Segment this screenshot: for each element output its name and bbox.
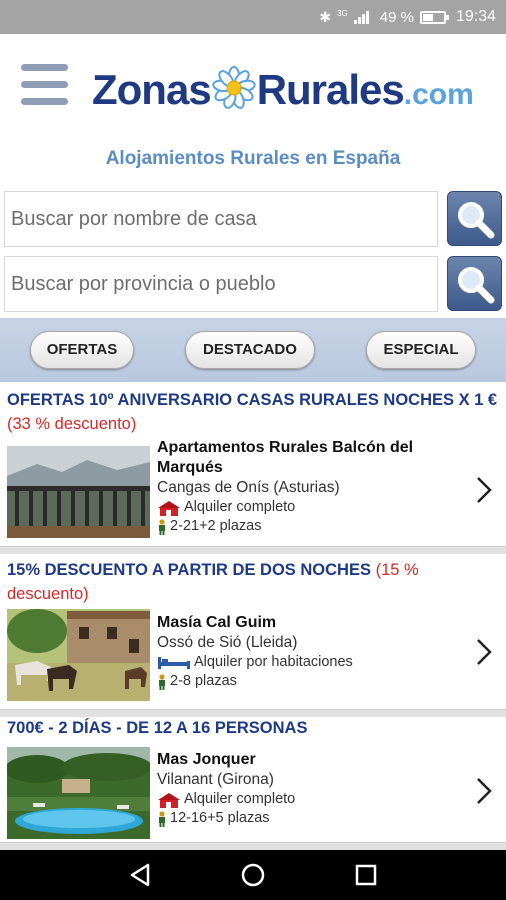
logo-text-zonas: Zonas bbox=[92, 66, 212, 113]
logo-text-rurales: Rurales bbox=[256, 66, 405, 113]
logo[interactable]: Zonas Rurales .com bbox=[92, 60, 474, 116]
offer-title[interactable]: 15% DESCUENTO A PARTIR DE DOS NOCHES (15… bbox=[7, 558, 499, 606]
listing-photo[interactable] bbox=[7, 609, 150, 701]
listing-rental-type: Alquiler completo bbox=[157, 498, 467, 517]
tab-ofertas[interactable]: OFERTAS bbox=[30, 331, 134, 369]
search-by-name-row bbox=[4, 191, 504, 247]
app-header: Zonas Rurales .com bbox=[0, 34, 506, 144]
battery-icon bbox=[419, 10, 449, 24]
daisy-icon bbox=[211, 66, 256, 109]
offer-discount: (33 % descuento) bbox=[7, 415, 137, 433]
offer-title-text: 15% DESCUENTO A PARTIR DE DOS NOCHES bbox=[7, 561, 371, 579]
listing-capacity: 2-21+2 plazas bbox=[157, 517, 467, 536]
magnifier-icon bbox=[458, 202, 495, 239]
listing-location: Cangas de Onís (Asturias) bbox=[157, 479, 340, 496]
listing-name: Masía Cal Guim bbox=[157, 614, 277, 631]
hamburger-icon[interactable] bbox=[21, 64, 68, 106]
listing-info[interactable]: Mas Jonquer Vilanant (Girona) Alquiler c… bbox=[157, 750, 467, 828]
clock: 19:34 bbox=[455, 8, 496, 25]
search-name-button[interactable] bbox=[447, 191, 502, 246]
offer-title-text: 700€ - 2 DÍAS - DE 12 A 16 PERSONAS bbox=[7, 719, 308, 737]
listing-capacity: 12-16+5 plazas bbox=[157, 809, 467, 828]
house-icon bbox=[158, 792, 180, 808]
farmhouse-horses-photo bbox=[7, 609, 150, 701]
listing-rental-type: Alquiler por habitaciones bbox=[157, 653, 467, 672]
search-province-input[interactable] bbox=[4, 256, 438, 312]
search-by-province-row bbox=[4, 256, 504, 312]
chevron-right-icon[interactable] bbox=[474, 637, 494, 667]
person-icon bbox=[159, 518, 165, 535]
rental-type-text: Alquiler completo bbox=[184, 791, 296, 807]
listing-name: Mas Jonquer bbox=[157, 751, 256, 768]
listing-rental-type: Alquiler completo bbox=[157, 790, 467, 809]
page-subtitle: Alojamientos Rurales en España bbox=[105, 148, 401, 169]
offer-title[interactable]: 700€ - 2 DÍAS - DE 12 A 16 PERSONAS bbox=[7, 716, 499, 740]
listing-location: Ossó de Sió (Lleida) bbox=[157, 634, 298, 651]
house-icon bbox=[158, 500, 180, 516]
listing-location: Vilanant (Girona) bbox=[157, 771, 274, 788]
chevron-right-icon[interactable] bbox=[474, 475, 494, 505]
listing-photo[interactable] bbox=[7, 446, 150, 538]
status-bar: ✱ 3G 49 % 19:34 bbox=[0, 0, 506, 34]
listing-info[interactable]: Masía Cal Guim Ossó de Sió (Lleida) Alqu… bbox=[157, 613, 467, 691]
capacity-text: 12-16+5 plazas bbox=[170, 810, 270, 826]
person-icon bbox=[159, 673, 165, 690]
divider bbox=[0, 546, 506, 554]
home-icon[interactable] bbox=[238, 860, 268, 890]
listing-photo[interactable] bbox=[7, 747, 150, 839]
logo-text-com: .com bbox=[403, 78, 474, 111]
recent-apps-icon[interactable] bbox=[351, 860, 381, 890]
category-tabs: OFERTAS DESTACADO ESPECIAL bbox=[0, 318, 506, 382]
listing-capacity: 2-8 plazas bbox=[157, 672, 467, 691]
person-icon bbox=[159, 810, 165, 827]
network-type: 3G bbox=[337, 8, 348, 18]
rental-type-text: Alquiler por habitaciones bbox=[194, 654, 353, 670]
rental-type-text: Alquiler completo bbox=[184, 499, 296, 515]
listing-info[interactable]: Apartamentos Rurales Balcón del Marqués … bbox=[157, 438, 467, 536]
magnifier-icon bbox=[458, 267, 495, 304]
signal-icon bbox=[353, 10, 374, 24]
offer-title[interactable]: OFERTAS 10º ANIVERSARIO CASAS RURALES NO… bbox=[7, 388, 499, 436]
tab-destacado[interactable]: DESTACADO bbox=[185, 331, 315, 369]
back-icon[interactable] bbox=[126, 860, 156, 890]
capacity-text: 2-21+2 plazas bbox=[170, 518, 262, 534]
tab-especial[interactable]: ESPECIAL bbox=[366, 331, 476, 369]
search-name-input[interactable] bbox=[4, 191, 438, 247]
capacity-text: 2-8 plazas bbox=[170, 673, 237, 689]
battery-percent: 49 % bbox=[379, 8, 414, 26]
pool-garden-photo bbox=[7, 747, 150, 839]
divider bbox=[0, 842, 506, 850]
balcony-mountain-photo bbox=[7, 446, 150, 538]
bluetooth-icon: ✱ bbox=[319, 8, 332, 25]
chevron-right-icon[interactable] bbox=[474, 776, 494, 806]
bed-icon bbox=[158, 656, 190, 669]
offer-title-text: OFERTAS 10º ANIVERSARIO CASAS RURALES NO… bbox=[7, 391, 498, 409]
system-nav-bar bbox=[0, 850, 506, 900]
listing-name: Apartamentos Rurales Balcón del Marqués bbox=[157, 439, 414, 476]
search-province-button[interactable] bbox=[447, 256, 502, 311]
